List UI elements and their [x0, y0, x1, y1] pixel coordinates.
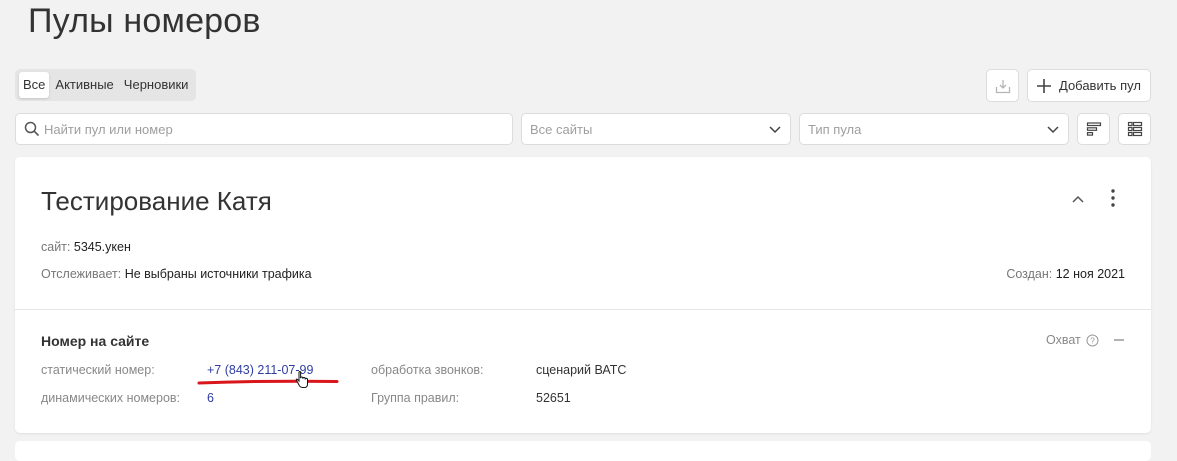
dynamic-numbers-link[interactable]: 6 — [207, 391, 214, 405]
section-title: Номер на сайте — [41, 333, 150, 349]
tab-active[interactable]: Активные — [51, 72, 117, 98]
view-toggle-button[interactable] — [1118, 113, 1151, 145]
site-label: сайт: — [41, 240, 71, 254]
search-input[interactable] — [40, 121, 512, 137]
created-value: 12 ноя 2021 — [1055, 267, 1125, 281]
created-label: Создан: — [1006, 267, 1053, 281]
status-filter-tabs: Все Активные Черновики — [15, 69, 197, 101]
call-processing-value: сценарий ВАТС — [536, 363, 627, 377]
dynamic-numbers-label: динамических номеров: — [41, 391, 181, 405]
tab-all[interactable]: Все — [19, 72, 50, 98]
pool-card: Тестирование Катя сайт: 5345.укен Отслеж… — [15, 157, 1151, 433]
pool-title: Тестирование Катя — [41, 186, 272, 216]
pool-created: Создан: 12 ноя 2021 — [1006, 267, 1125, 281]
plus-icon — [1037, 78, 1051, 93]
more-vertical-icon[interactable] — [1105, 188, 1121, 208]
page-title: Пулы номеров — [28, 2, 261, 40]
card-divider — [15, 309, 1151, 310]
red-underline-annotation — [197, 379, 339, 385]
call-processing-label: обработка звонков: — [371, 363, 484, 377]
sort-button[interactable] — [1077, 113, 1110, 145]
minus-icon[interactable] — [1113, 334, 1125, 346]
tab-drafts[interactable]: Черновики — [120, 72, 193, 98]
list-view-icon — [1127, 121, 1142, 137]
hand-cursor-icon — [295, 371, 308, 388]
sites-select-value: Все сайты — [530, 121, 593, 137]
rules-group-label: Группа правил: — [371, 391, 460, 405]
rules-group-value: 52651 — [536, 391, 571, 405]
sites-select[interactable]: Все сайты — [521, 113, 791, 145]
search-icon — [24, 121, 40, 137]
pool-type-select[interactable]: Тип пула — [799, 113, 1069, 145]
pool-site: сайт: 5345.укен — [41, 240, 131, 254]
pool-type-select-value: Тип пула — [808, 121, 862, 137]
sort-icon — [1086, 122, 1101, 136]
pool-tracking: Отслеживает: Не выбраны источники трафик… — [41, 267, 312, 281]
coverage-control: Охват ? — [1046, 333, 1125, 347]
static-number-label: статический номер: — [41, 363, 155, 377]
chevron-up-icon[interactable] — [1069, 190, 1087, 208]
chevron-down-icon — [1047, 126, 1059, 134]
add-pool-button[interactable]: Добавить пул — [1027, 69, 1151, 102]
download-button[interactable] — [986, 69, 1019, 102]
coverage-label: Охват — [1046, 333, 1081, 347]
chevron-down-icon — [769, 126, 781, 134]
next-pool-card — [15, 441, 1151, 461]
search-field — [15, 113, 513, 145]
svg-text:?: ? — [1090, 335, 1095, 345]
add-pool-label: Добавить пул — [1059, 78, 1141, 93]
site-value: 5345.укен — [73, 240, 131, 254]
download-icon — [995, 79, 1010, 93]
tracking-label: Отслеживает: — [41, 267, 122, 281]
help-icon[interactable]: ? — [1086, 334, 1099, 347]
tracking-value: Не выбраны источники трафика — [124, 267, 312, 281]
